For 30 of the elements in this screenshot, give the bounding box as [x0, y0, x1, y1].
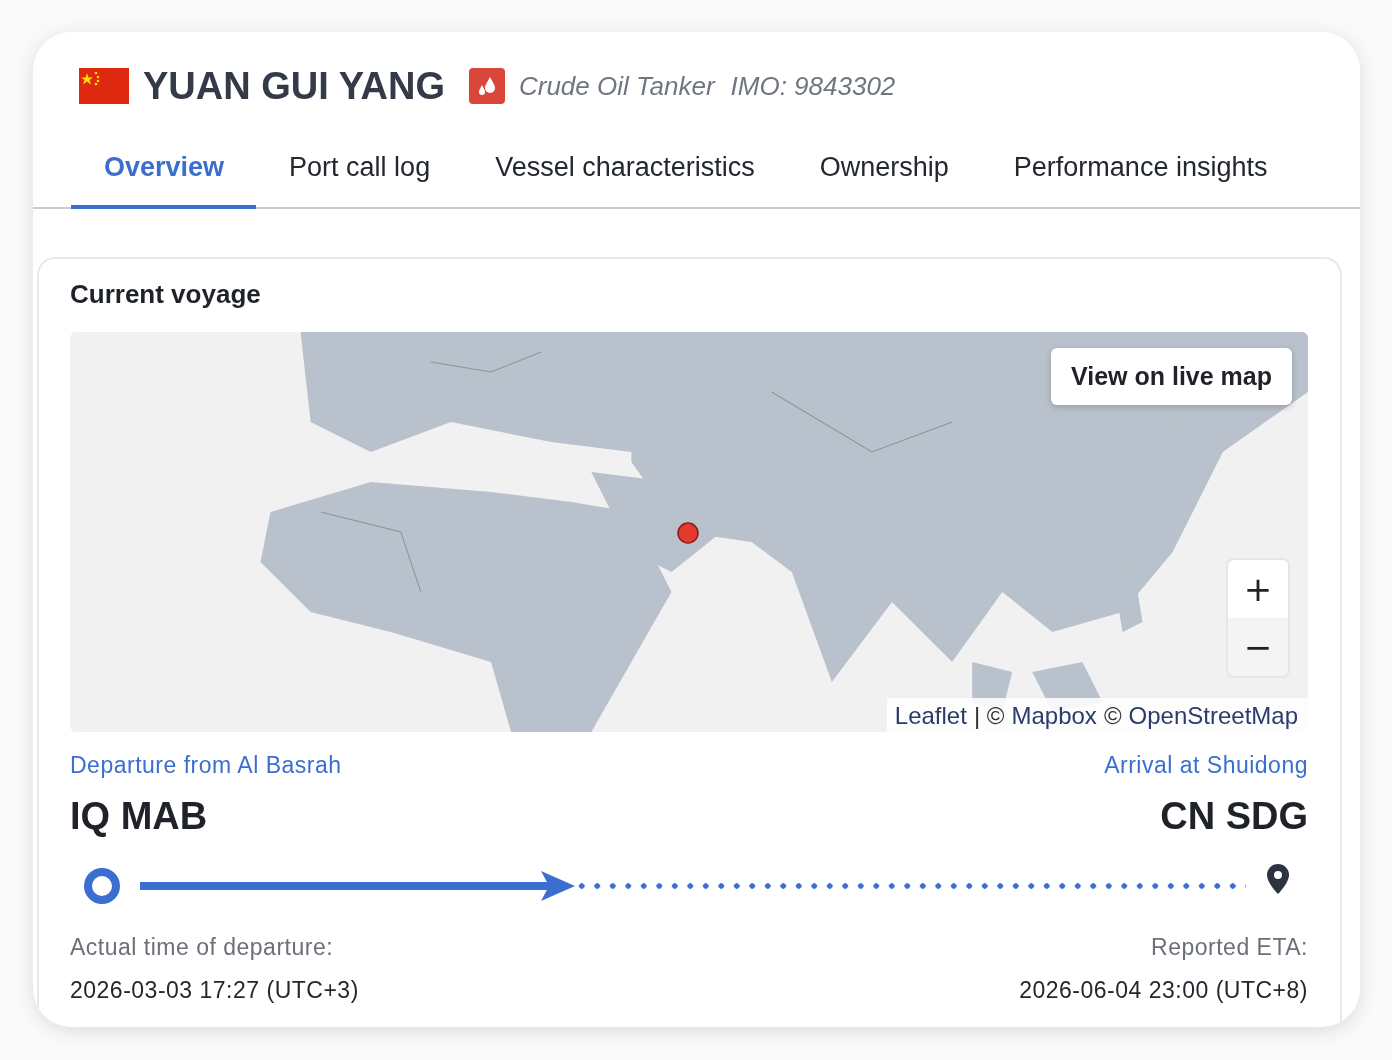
attribution-link[interactable]: OpenStreetMap: [1128, 702, 1298, 730]
arrow-head-icon: [541, 871, 576, 901]
section-title: Current voyage: [70, 279, 262, 310]
attribution-separator: ©: [1103, 702, 1122, 730]
tab[interactable]: Ownership: [786, 130, 981, 209]
eta-time: 2026-06-04 23:00 (UTC+8): [1019, 977, 1308, 1004]
origin-circle-icon: [84, 868, 120, 904]
attribution-link[interactable]: Mapbox: [1011, 702, 1097, 730]
tab[interactable]: Vessel characteristics: [462, 130, 787, 209]
vessel-name: YUAN GUI YANG: [143, 64, 445, 108]
attribution-link[interactable]: Leaflet: [894, 702, 967, 730]
attribution-separator: | ©: [973, 702, 1005, 730]
flag-icon: [79, 68, 129, 104]
vessel-marker-icon: [676, 521, 700, 545]
vessel-type: Crude Oil Tanker: [518, 70, 715, 102]
tab[interactable]: Performance insights: [980, 130, 1300, 209]
departure-time-label: Actual time of departure:: [70, 934, 335, 961]
arrival-label[interactable]: Arrival at Shuidong: [1104, 752, 1308, 779]
imo-number: IMO: 9843302: [730, 70, 896, 102]
eta-label: Reported ETA:: [1151, 934, 1308, 961]
view-live-map-button[interactable]: View on live map: [1051, 348, 1292, 405]
location-pin-icon: [1266, 863, 1290, 895]
departure-time: 2026-03-03 17:27 (UTC+3): [70, 977, 359, 1004]
arrival-port-code: CN SDG: [1160, 795, 1308, 838]
oil-drops-icon: [468, 68, 505, 104]
departure-port-code: IQ MAB: [70, 795, 209, 838]
tab[interactable]: Port call log: [256, 130, 463, 209]
departure-label[interactable]: Departure from Al Basrah: [70, 752, 342, 779]
zoom-in-button[interactable]: +: [1228, 560, 1288, 618]
tab[interactable]: Overview: [71, 130, 257, 209]
